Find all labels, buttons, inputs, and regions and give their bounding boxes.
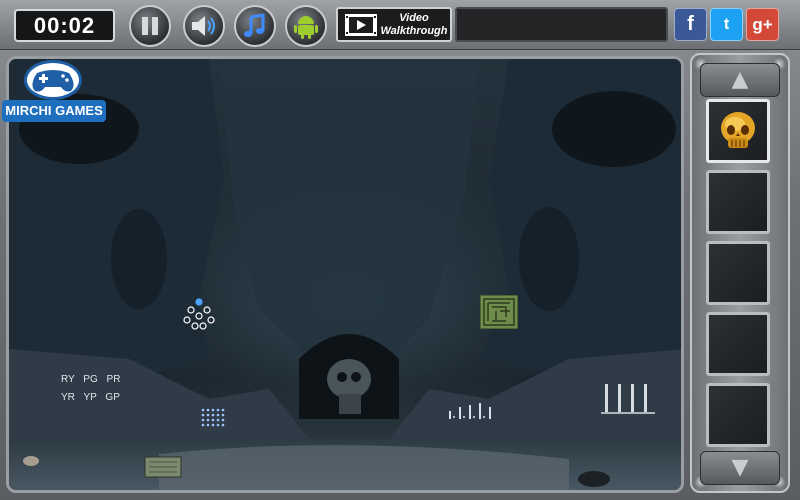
video-label-line1: Video [399,11,429,24]
android-button[interactable] [285,5,327,47]
game-frame: 00:02 Video Walkthrough f t g+ RY PG PR … [0,0,800,500]
logo-text: MIRCHI GAMES [2,100,106,122]
video-label: Video Walkthrough [378,12,450,38]
bar-lock-panel[interactable] [599,382,657,416]
music-note-icon [244,13,265,37]
music-button[interactable] [234,5,276,47]
inventory-slot-5[interactable] [706,383,770,447]
cross-dot-puzzle[interactable] [181,296,217,332]
inventory-down-arrow[interactable]: ▼ [700,451,780,485]
facebook-button[interactable]: f [674,8,707,41]
color-code-row2: YR YP GP [61,392,120,403]
top-bar: 00:02 Video Walkthrough f t g+ [0,0,800,50]
cave-background [9,59,681,490]
mirchi-games-logo[interactable]: MIRCHI GAMES [0,56,108,126]
bar-dot-clue [449,403,491,419]
stone-box[interactable] [144,456,182,478]
android-icon [294,16,318,39]
film-play-icon [345,13,377,36]
googleplus-button[interactable]: g+ [746,8,779,41]
golden-skull-icon [721,112,755,148]
speaker-icon [192,16,215,36]
inventory-up-arrow[interactable]: ▲ [700,63,780,97]
gamepad-icon [24,60,82,100]
timer-display: 00:02 [14,9,115,42]
message-bar [455,7,668,42]
video-label-line2: Walkthrough [380,24,448,37]
green-maze-tablet[interactable] [480,295,518,329]
dot-grid-clue [201,408,225,427]
pause-button[interactable] [129,5,171,47]
twitter-button[interactable]: t [710,8,743,41]
inventory-slot-2[interactable] [706,170,770,234]
inventory-slot-1[interactable] [706,99,770,163]
sound-button[interactable] [183,5,225,47]
pause-icon [142,17,158,35]
inventory-slot-3[interactable] [706,241,770,305]
inventory-panel: ▲ ▼ [690,53,790,493]
video-walkthrough-button[interactable]: Video Walkthrough [336,7,452,42]
color-code-row1: RY PG PR [61,374,121,385]
inventory-slot-4[interactable] [706,312,770,376]
